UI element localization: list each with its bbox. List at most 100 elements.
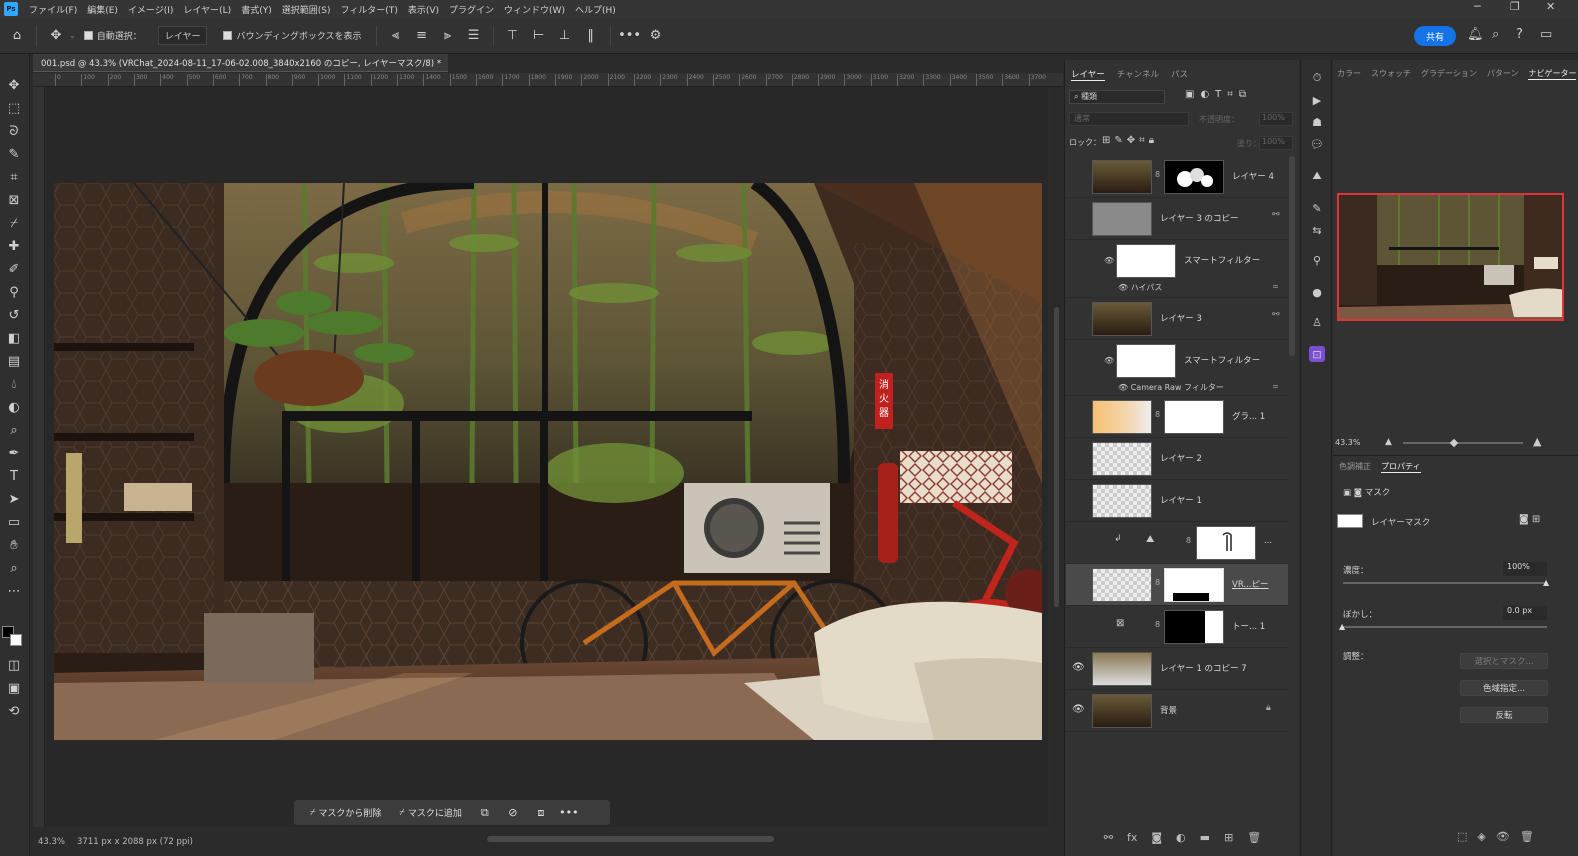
fill-field[interactable]: 100%: [1259, 136, 1293, 150]
minimize-icon[interactable]: ─: [1474, 0, 1481, 13]
layer-row[interactable]: 👁︎ レイヤー 1 のコピー 7: [1066, 648, 1288, 690]
new-group-icon[interactable]: ▬: [1200, 831, 1210, 844]
history-brush-icon[interactable]: ↺: [4, 306, 24, 324]
tab-properties[interactable]: プロパティ: [1381, 461, 1421, 473]
feather-slider[interactable]: [1343, 626, 1547, 628]
tab-navigator[interactable]: ナビゲーター: [1528, 68, 1577, 80]
gradient-tool-icon[interactable]: ▤: [4, 352, 24, 370]
layer-row[interactable]: 8 グラ... 1: [1066, 396, 1288, 438]
align-center-h-icon[interactable]: ≡: [411, 25, 433, 47]
document-tab[interactable]: 001.psd @ 43.3% (VRChat_2024-08-11_17-06…: [33, 54, 448, 72]
fx-icon[interactable]: fx: [1127, 831, 1137, 844]
screen-mode-icon[interactable]: ▣: [4, 679, 24, 697]
trash-icon[interactable]: 🗑︎: [1247, 831, 1261, 844]
background-color-swatch[interactable]: [10, 634, 22, 646]
select-and-mask-button[interactable]: 選択とマスク...: [1460, 653, 1548, 669]
tab-gradients[interactable]: グラデーション: [1421, 68, 1477, 80]
select-mask-icons[interactable]: ◙ ⊞: [1519, 514, 1540, 525]
more-tools-icon[interactable]: ⋯: [4, 582, 24, 600]
tab-color[interactable]: カラー: [1337, 68, 1361, 80]
document-image[interactable]: 消 火 器: [54, 183, 1042, 740]
align-bottom-icon[interactable]: ⊥: [554, 25, 576, 47]
healing-brush-icon[interactable]: ✚: [4, 237, 24, 255]
marquee-tool-icon[interactable]: ⬚: [4, 99, 24, 117]
rectangle-tool-icon[interactable]: ▭: [4, 513, 24, 531]
tab-paths[interactable]: パス: [1171, 68, 1188, 81]
align-right-icon[interactable]: ⫸: [437, 25, 459, 47]
person-icon[interactable]: ♙: [1309, 314, 1325, 330]
chevron-down-icon[interactable]: ⌄: [69, 31, 76, 40]
density-slider[interactable]: [1343, 582, 1547, 584]
tab-patterns[interactable]: パターン: [1487, 68, 1519, 80]
invert-button[interactable]: 反転: [1460, 707, 1548, 723]
mask-option-3-icon[interactable]: ⧈: [530, 806, 552, 820]
layer-row[interactable]: レイヤー 2: [1066, 438, 1288, 480]
new-layer-icon[interactable]: ⊞: [1224, 831, 1233, 844]
move-tool-icon[interactable]: ✥: [45, 25, 67, 47]
menu-image[interactable]: イメージ(I): [123, 3, 179, 16]
bell-icon[interactable]: 🔔︎: [1467, 27, 1484, 42]
layer-row[interactable]: レイヤー 3 ⚯: [1066, 298, 1288, 340]
share-button[interactable]: 共有: [1414, 26, 1456, 46]
distribute-icon[interactable]: ☰: [463, 25, 485, 47]
align-left-icon[interactable]: ⫷: [385, 25, 407, 47]
adjustment-layer-icon[interactable]: ◐: [1176, 831, 1186, 844]
menu-file[interactable]: ファイル(F): [24, 3, 82, 16]
menu-select[interactable]: 選択範囲(S): [277, 3, 336, 16]
workspace-icon[interactable]: ▭: [1540, 27, 1552, 42]
zoom-out-icon[interactable]: ▲: [1385, 437, 1392, 447]
blend-mode-dropdown[interactable]: 通常: [1069, 112, 1189, 126]
zoom-in-icon[interactable]: ▲: [1533, 435, 1541, 448]
eye-icon[interactable]: 👁︎: [1104, 256, 1114, 265]
zoom-tool-icon[interactable]: ⌕: [4, 559, 24, 577]
search-icon[interactable]: ⌕: [1492, 27, 1499, 42]
scroll-thumb[interactable]: [1054, 307, 1059, 607]
lasso-tool-icon[interactable]: ᘐ: [4, 122, 24, 140]
layer-filter-dropdown[interactable]: ⌕ 種類: [1069, 90, 1165, 104]
layers-scrollbar[interactable]: [1289, 156, 1295, 356]
tab-layers[interactable]: レイヤー: [1071, 68, 1105, 81]
more-options-button[interactable]: •••: [558, 806, 580, 819]
navigator-preview[interactable]: [1337, 193, 1564, 321]
distribute-v-icon[interactable]: ‖: [580, 25, 602, 47]
layer-row[interactable]: レイヤー 1: [1066, 480, 1288, 522]
menu-view[interactable]: 表示(V): [403, 3, 444, 16]
align-middle-icon[interactable]: ⊢: [528, 25, 550, 47]
eye-icon[interactable]: 👁︎: [1104, 356, 1114, 365]
home-icon[interactable]: ⌂: [6, 25, 28, 47]
hand-tool-icon[interactable]: ✋︎: [4, 536, 24, 554]
auto-select-checkbox[interactable]: 自動選択：: [83, 29, 142, 42]
layer-row[interactable]: レイヤー 3 のコピー ⚯: [1066, 198, 1288, 240]
add-mask-icon[interactable]: ◙: [1151, 831, 1162, 844]
properties-bottom-icons[interactable]: ⬚◈👁︎🗑︎: [1457, 830, 1544, 843]
plugin-icon[interactable]: ⊡: [1309, 346, 1325, 362]
layer-row-selected[interactable]: 8 VR...ピー: [1066, 564, 1288, 606]
eyedropper-tool-icon[interactable]: ⌿: [4, 214, 24, 232]
filter-options-icon[interactable]: ≂: [1272, 382, 1279, 391]
feather-field[interactable]: 0.0 px: [1503, 606, 1547, 620]
pen-tool-icon[interactable]: ✒: [4, 444, 24, 462]
close-window-icon[interactable]: ✕: [1546, 0, 1555, 13]
density-field[interactable]: 100%: [1503, 562, 1547, 576]
zoom-level[interactable]: 43.3%: [38, 837, 65, 847]
more-options-button[interactable]: •••: [618, 25, 641, 47]
layer-row[interactable]: ↲ ⛰︎ 8 ...: [1066, 522, 1288, 564]
quick-mask-icon[interactable]: ◫: [4, 656, 24, 674]
mask-option-2-icon[interactable]: ⊘: [502, 806, 524, 819]
remove-from-mask-button[interactable]: ⌿ マスクから削除: [304, 803, 387, 822]
lock-icons[interactable]: ⊞✎✥⌗🔒︎: [1102, 135, 1158, 146]
navigator-zoom-slider[interactable]: [1403, 442, 1523, 444]
menu-layer[interactable]: レイヤー(L): [178, 3, 236, 16]
gear-icon[interactable]: ⚙: [645, 25, 667, 47]
path-select-icon[interactable]: ➤: [4, 490, 24, 508]
quick-select-tool-icon[interactable]: ✎: [4, 145, 24, 163]
brush-tool-icon[interactable]: ✐: [4, 260, 24, 278]
layer-row[interactable]: 👁︎ 背景 🔒︎: [1066, 690, 1288, 732]
menu-filter[interactable]: フィルター(T): [335, 3, 402, 16]
smart-filter-row[interactable]: 👁︎ スマートフィルター 👁︎ ハイパス ≂: [1066, 240, 1288, 298]
layer-row[interactable]: ⊠ 8 トー... 1: [1066, 606, 1288, 648]
dodge-tool-icon[interactable]: ◐: [4, 398, 24, 416]
filter-options-icon[interactable]: ≂: [1272, 282, 1279, 291]
actions-play-icon[interactable]: ▶: [1309, 92, 1325, 108]
histogram-icon[interactable]: ⛰︎: [1309, 168, 1325, 184]
